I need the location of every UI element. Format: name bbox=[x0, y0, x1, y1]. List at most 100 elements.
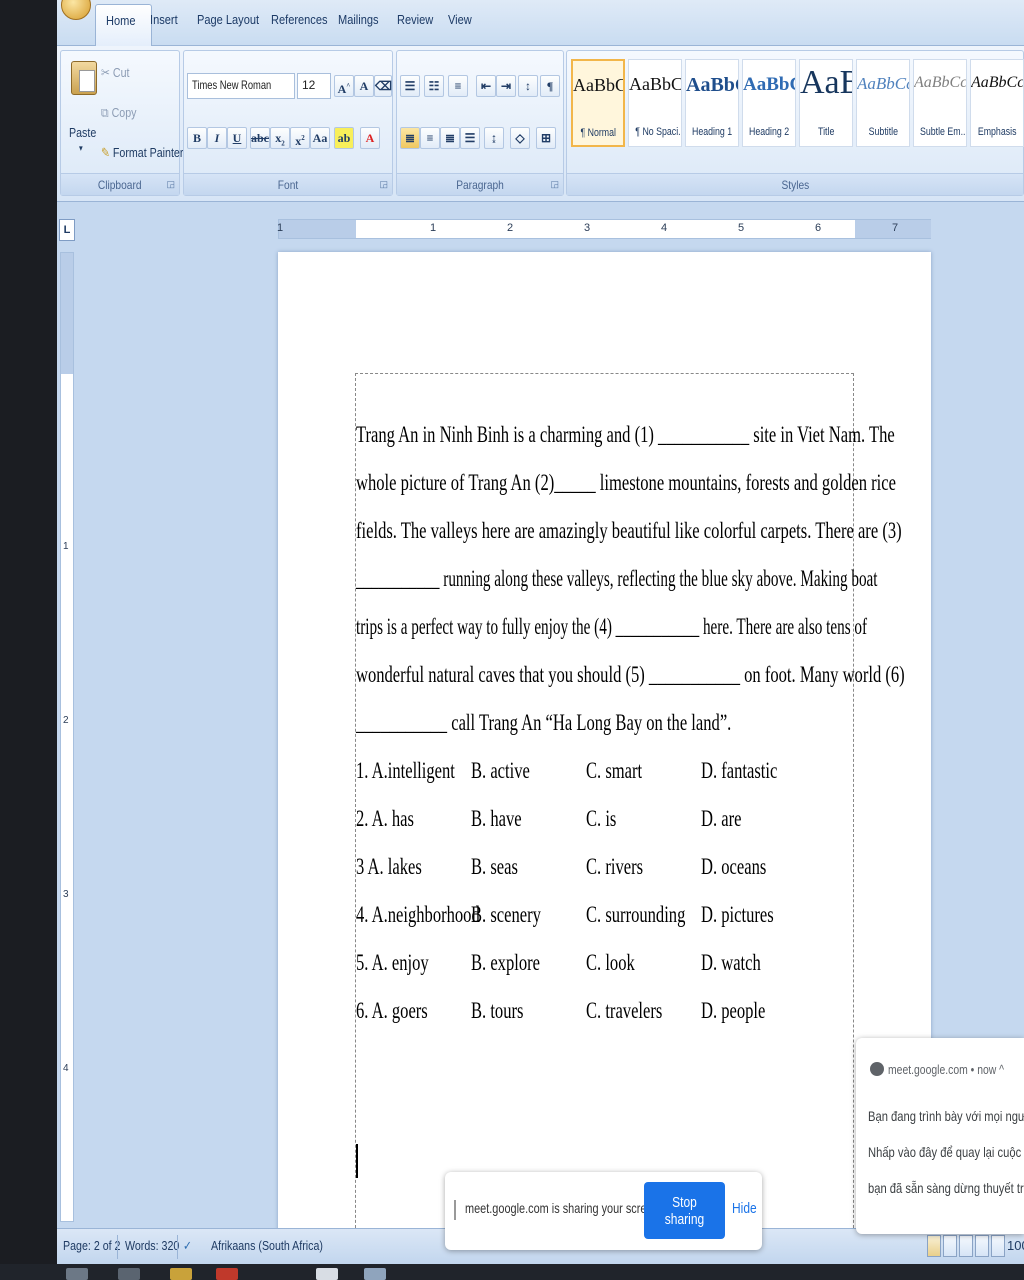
option-a: 6. A. goers bbox=[356, 998, 428, 1023]
line-spacing-icon[interactable]: ↨ bbox=[484, 127, 504, 149]
taskbar-app-icon[interactable] bbox=[316, 1268, 338, 1280]
shrink-font-button[interactable]: A bbox=[354, 75, 374, 97]
option-b: B. tours bbox=[471, 998, 524, 1023]
decrease-indent-icon[interactable]: ⇤ bbox=[476, 75, 496, 97]
ribbon-tabs: Home Insert Page Layout References Maili… bbox=[57, 0, 1024, 46]
copy-button[interactable]: ⧉ Copy bbox=[101, 105, 136, 121]
tab-references[interactable]: References bbox=[271, 12, 328, 27]
superscript-button[interactable]: x2 bbox=[290, 127, 310, 149]
font-name-box[interactable]: Times New Roman bbox=[187, 73, 295, 99]
page-count[interactable]: Page: 2 of 2 bbox=[63, 1238, 121, 1253]
text-box[interactable]: Trang An in Ninh Binh is a charming and … bbox=[355, 373, 905, 1253]
strikethrough-button[interactable]: abc bbox=[250, 127, 270, 149]
align-right-icon[interactable]: ≣ bbox=[440, 127, 460, 149]
full-screen-reading-icon[interactable] bbox=[943, 1235, 957, 1257]
style-subtitle[interactable]: AaBbCc. Subtitle bbox=[856, 59, 910, 147]
style-subtle-emphasis[interactable]: AaBbCcD Subtle Em... bbox=[913, 59, 967, 147]
font-group: Times New Roman 12 A^ A ⌫ B I U abc x2 x… bbox=[183, 50, 393, 196]
tab-page-layout[interactable]: Page Layout bbox=[197, 12, 259, 27]
style-title[interactable]: AaB Title bbox=[799, 59, 853, 147]
multilevel-list-icon[interactable]: ≡ bbox=[448, 75, 468, 97]
passage-line: ___________ call Trang An “Ha Long Bay o… bbox=[356, 710, 732, 735]
text-cursor bbox=[356, 1144, 358, 1178]
ribbon: Paste ▾ ✂ Cut ⧉ Copy ✎ Format Painter Cl… bbox=[57, 46, 1024, 202]
draft-icon[interactable] bbox=[991, 1235, 1005, 1257]
style-sample: AaB bbox=[800, 64, 852, 101]
underline-button[interactable]: U bbox=[227, 127, 247, 149]
ruler-number: 1 bbox=[63, 541, 69, 552]
align-left-icon[interactable]: ≣ bbox=[400, 127, 420, 149]
grow-font-button[interactable]: A^ bbox=[334, 75, 354, 97]
borders-icon[interactable]: ⊞ bbox=[536, 127, 556, 149]
increase-indent-icon[interactable]: ⇥ bbox=[496, 75, 516, 97]
shading-icon[interactable]: ◇ bbox=[510, 127, 530, 149]
word-count[interactable]: Words: 320 bbox=[125, 1238, 179, 1253]
document-page[interactable]: Trang An in Ninh Binh is a charming and … bbox=[278, 252, 931, 1253]
tab-review[interactable]: Review bbox=[397, 12, 433, 27]
sort-icon[interactable]: ↕ bbox=[518, 75, 538, 97]
outline-icon[interactable] bbox=[975, 1235, 989, 1257]
style-sample: AaBbCcD bbox=[914, 74, 966, 91]
style-no-spacing[interactable]: AaBbCcI ¶ No Spaci... bbox=[628, 59, 682, 147]
font-size-box[interactable]: 12 bbox=[297, 73, 331, 99]
taskbar-app-icon[interactable] bbox=[118, 1268, 140, 1280]
style-name: Title bbox=[817, 126, 835, 138]
horizontal-ruler[interactable]: 1 1 2 3 4 5 6 7 bbox=[277, 219, 931, 239]
style-normal[interactable]: AaBbCcI ¶ Normal bbox=[571, 59, 625, 147]
vertical-ruler[interactable]: 1 2 3 4 bbox=[60, 252, 74, 1222]
bold-button[interactable]: B bbox=[187, 127, 207, 149]
paste-dropdown-icon[interactable]: ▾ bbox=[79, 143, 83, 154]
ruler-left-margin bbox=[279, 220, 356, 238]
style-heading-1[interactable]: AaBbC( Heading 1 bbox=[685, 59, 739, 147]
show-formatting-icon[interactable]: ¶ bbox=[540, 75, 560, 97]
office-button[interactable] bbox=[61, 0, 91, 20]
notification-source: meet.google.com • now ^ bbox=[888, 1062, 1005, 1077]
style-sample: AaBbCc. bbox=[857, 74, 909, 93]
font-color-icon[interactable]: A bbox=[360, 127, 380, 149]
tab-selector[interactable]: L bbox=[59, 219, 75, 241]
option-d: D. watch bbox=[701, 950, 761, 975]
tab-home[interactable]: Home bbox=[95, 4, 152, 46]
option-a: 5. A. enjoy bbox=[356, 950, 429, 975]
tab-view[interactable]: View bbox=[448, 12, 472, 27]
drag-handle-icon[interactable] bbox=[454, 1200, 456, 1220]
tab-mailings[interactable]: Mailings bbox=[338, 12, 379, 27]
paste-icon[interactable] bbox=[71, 61, 97, 95]
tab-insert[interactable]: Insert bbox=[150, 12, 178, 27]
passage-line: fields. The valleys here are amazingly b… bbox=[356, 518, 902, 543]
meet-notification[interactable]: meet.google.com • now ^ Bạn đang trình b… bbox=[856, 1038, 1024, 1234]
passage-line: trips is a perfect way to fully enjoy th… bbox=[356, 614, 868, 639]
option-c: C. look bbox=[586, 950, 635, 975]
format-painter-button[interactable]: ✎ Format Painter bbox=[101, 145, 183, 161]
print-layout-icon[interactable] bbox=[927, 1235, 941, 1257]
cut-button[interactable]: ✂ Cut bbox=[101, 65, 129, 81]
zoom-level[interactable]: 100 bbox=[1007, 1238, 1024, 1253]
hide-share-bar-link[interactable]: Hide bbox=[732, 1200, 757, 1217]
clear-formatting-icon[interactable]: ⌫ bbox=[374, 75, 392, 97]
style-emphasis[interactable]: AaBbCcD Emphasis bbox=[970, 59, 1024, 147]
language-indicator[interactable]: Afrikaans (South Africa) bbox=[211, 1238, 323, 1253]
taskbar-app-icon[interactable] bbox=[216, 1268, 238, 1280]
web-layout-icon[interactable] bbox=[959, 1235, 973, 1257]
ruler-number: 2 bbox=[507, 222, 514, 234]
numbering-icon[interactable]: ☷ bbox=[424, 75, 444, 97]
justify-icon[interactable]: ☰ bbox=[460, 127, 480, 149]
highlight-color-icon[interactable]: ab bbox=[334, 127, 354, 149]
bullets-icon[interactable]: ☰ bbox=[400, 75, 420, 97]
stop-sharing-button[interactable]: Stop sharing bbox=[644, 1182, 725, 1239]
subscript-button[interactable]: x2 bbox=[270, 127, 290, 149]
style-heading-2[interactable]: AaBbCc Heading 2 bbox=[742, 59, 796, 147]
taskbar-app-icon[interactable] bbox=[66, 1268, 88, 1280]
taskbar-app-icon[interactable] bbox=[364, 1268, 386, 1280]
change-case-button[interactable]: Aa bbox=[310, 127, 330, 149]
paste-button[interactable]: Paste bbox=[69, 125, 96, 140]
style-sample: AaBbCcD bbox=[971, 74, 1023, 91]
taskbar-app-icon[interactable] bbox=[170, 1268, 192, 1280]
align-center-icon[interactable]: ≡ bbox=[420, 127, 440, 149]
italic-button[interactable]: I bbox=[207, 127, 227, 149]
clipboard-launcher-icon[interactable]: ◲ bbox=[166, 179, 175, 190]
style-name: Subtitle bbox=[868, 126, 898, 138]
font-launcher-icon[interactable]: ◲ bbox=[379, 179, 388, 190]
proofing-check-icon[interactable]: ✓ bbox=[183, 1238, 192, 1254]
paragraph-launcher-icon[interactable]: ◲ bbox=[550, 179, 559, 190]
